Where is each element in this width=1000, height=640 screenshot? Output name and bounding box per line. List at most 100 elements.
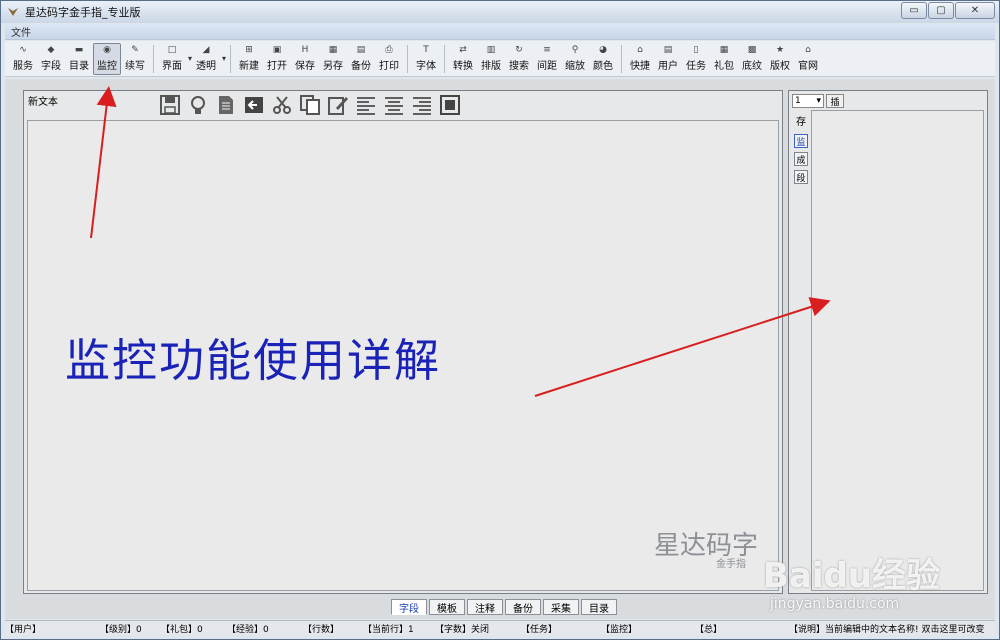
align-left-icon[interactable]: [354, 93, 378, 117]
layout-icon: ▥: [486, 45, 496, 55]
tab-collect[interactable]: 采集: [543, 599, 579, 615]
toolbar-button-label: 服务: [13, 61, 33, 72]
toolbar-button-label: 续写: [125, 61, 145, 72]
toolbar-button-19[interactable]: ◕ 颜色: [589, 43, 617, 75]
toolbar-button-12[interactable]: ⎙ 打印: [375, 43, 403, 75]
align-right-icon[interactable]: [410, 93, 434, 117]
status-key: 【用户】: [5, 625, 42, 635]
edit-icon[interactable]: [326, 93, 350, 117]
toolbar-button-label: 任务: [686, 61, 707, 72]
toolbar-button-0[interactable]: ∿ 服务: [9, 43, 37, 75]
back-icon[interactable]: [242, 93, 266, 117]
app-window: 星达码字金手指_专业版 ▭ ▢ ✕ 文件 ∿ 服务 ◆ 字段 ▬ 目录 ◉ 监控 ✎ 续写 □ 界面 ▾…: [0, 0, 1000, 640]
save-icon: H: [301, 45, 309, 55]
side-tab-monitor[interactable]: 监: [794, 134, 808, 148]
side-content-box[interactable]: [811, 110, 984, 591]
minimize-button[interactable]: ▭: [901, 2, 927, 19]
cut-icon[interactable]: [270, 93, 294, 117]
insert-button[interactable]: 插: [826, 94, 844, 108]
toolbar-button-24[interactable]: ▩ 底纹: [738, 43, 766, 75]
toolbar-button-16[interactable]: ↻ 搜索: [505, 43, 533, 75]
align-center-icon[interactable]: [382, 93, 406, 117]
toolbar-button-label: 另存: [323, 61, 344, 72]
toolbar-button-label: 打开: [267, 61, 288, 72]
toolbar-button-15[interactable]: ▥ 排版: [477, 43, 505, 75]
tab-field[interactable]: 字段: [391, 599, 427, 615]
toolbar-button-18[interactable]: ⚲ 缩放: [561, 43, 589, 75]
status-item: 【用户】: [5, 622, 41, 635]
toolbar-button-14[interactable]: ⇄ 转换: [449, 43, 477, 75]
tab-backup[interactable]: 备份: [505, 599, 541, 615]
idea-icon[interactable]: [186, 93, 210, 117]
task-icon: ▯: [693, 45, 699, 55]
toolbar-button-1[interactable]: ◆ 字段: [37, 43, 65, 75]
toolbar-button-9[interactable]: H 保存: [291, 43, 319, 75]
toolbar-button-label: 官网: [798, 61, 819, 72]
toolbar-button-8[interactable]: ▣ 打开: [263, 43, 291, 75]
toolbar-button-25[interactable]: ★ 版权: [766, 43, 794, 75]
toolbar-button-13[interactable]: T 字体: [412, 43, 440, 75]
toolbar-separator: [407, 44, 409, 73]
toolbar-button-23[interactable]: ▦ 礼包: [710, 43, 738, 75]
menu-file[interactable]: 文件: [11, 24, 31, 39]
toolbar-button-6[interactable]: ◢ 透明: [192, 43, 220, 75]
fullscreen-icon[interactable]: [438, 93, 462, 117]
toolbar-button-7[interactable]: ⊞ 新建: [235, 43, 263, 75]
toolbar-button-label: 快捷: [630, 61, 651, 72]
document-icon[interactable]: [214, 93, 238, 117]
status-key: 【总】: [695, 625, 723, 635]
toolbar: ∿ 服务 ◆ 字段 ▬ 目录 ◉ 监控 ✎ 续写 □ 界面 ▾ ◢ 透明 ▾ ⊞ 新建 ▣ 打开 H 保存 ▦ 另存 ▤ 备份 ⎙ 打…: [5, 41, 995, 77]
side-save-button[interactable]: 存: [796, 113, 806, 128]
pen-icon: ✎: [131, 45, 139, 55]
toolbar-button-3[interactable]: ◉ 监控: [93, 42, 121, 75]
toolbar-button-11[interactable]: ▤ 备份: [347, 43, 375, 75]
open-icon: ▣: [272, 45, 282, 55]
toolbar-button-5[interactable]: □ 界面: [158, 43, 186, 75]
copy-icon[interactable]: [298, 93, 322, 117]
status-key: 【说明】: [789, 625, 826, 635]
toolbar-button-20[interactable]: ⌂ 快捷: [626, 43, 654, 75]
toolbar-button-17[interactable]: ≡ 间距: [533, 43, 561, 75]
new-icon: ⊞: [245, 45, 253, 55]
user-icon: ▤: [663, 45, 673, 55]
toolbar-button-10[interactable]: ▦ 另存: [319, 43, 347, 75]
maximize-button[interactable]: ▢: [928, 2, 954, 19]
toolbar-button-label: 缩放: [565, 61, 586, 72]
close-button[interactable]: ✕: [955, 2, 995, 19]
status-key: 【当前行】: [363, 625, 409, 635]
save-icon[interactable]: [158, 93, 182, 117]
bottom-tabs: 字段 模板 注释 备份 采集 目录: [391, 599, 617, 615]
color-icon: ◕: [599, 45, 607, 55]
toolbar-button-2[interactable]: ▬ 目录: [65, 43, 93, 75]
status-key: 【监控】: [601, 625, 638, 635]
dropdown-arrow-icon[interactable]: ▾: [222, 54, 226, 63]
tab-notes[interactable]: 注释: [467, 599, 503, 615]
status-item: 【总】: [695, 622, 722, 635]
tab-template[interactable]: 模板: [429, 599, 465, 615]
save-as-icon: ▦: [328, 45, 338, 55]
toolbar-button-label: 字体: [416, 61, 437, 72]
toolbar-button-26[interactable]: ⌂ 官网: [794, 43, 822, 75]
editor-tab-label[interactable]: 新文本: [28, 93, 58, 108]
status-value: 关闭: [471, 625, 490, 635]
status-item[interactable]: 【说明】当前编辑中的文本名称! 双击这里可改变: [789, 622, 985, 635]
client-area: 新文本 监控功能使用详解 星达码字 金手指 1 ▾ 插 存 监 成 段 字段 模…: [5, 79, 995, 619]
side-tab-segment[interactable]: 段: [794, 170, 808, 184]
page-select[interactable]: 1 ▾: [792, 94, 824, 108]
text-editor[interactable]: 监控功能使用详解 星达码字 金手指: [27, 120, 779, 591]
side-tab-cheng[interactable]: 成: [794, 152, 808, 166]
toolbar-button-label: 新建: [239, 61, 260, 72]
star-icon: ★: [775, 45, 785, 55]
editor-tools: [158, 92, 462, 118]
status-value: 0: [197, 625, 203, 635]
rss-icon: ∿: [19, 45, 27, 55]
toolbar-button-label: 打印: [379, 61, 400, 72]
toolbar-button-21[interactable]: ▤ 用户: [654, 43, 682, 75]
toolbar-button-4[interactable]: ✎ 续写: [121, 43, 149, 75]
tab-catalog[interactable]: 目录: [581, 599, 617, 615]
website-icon: ⌂: [805, 45, 811, 55]
toolbar-separator: [230, 44, 232, 73]
toolbar-button-22[interactable]: ▯ 任务: [682, 43, 710, 75]
toolbar-button-label: 颜色: [593, 61, 614, 72]
toolbar-button-label: 字段: [41, 61, 61, 72]
